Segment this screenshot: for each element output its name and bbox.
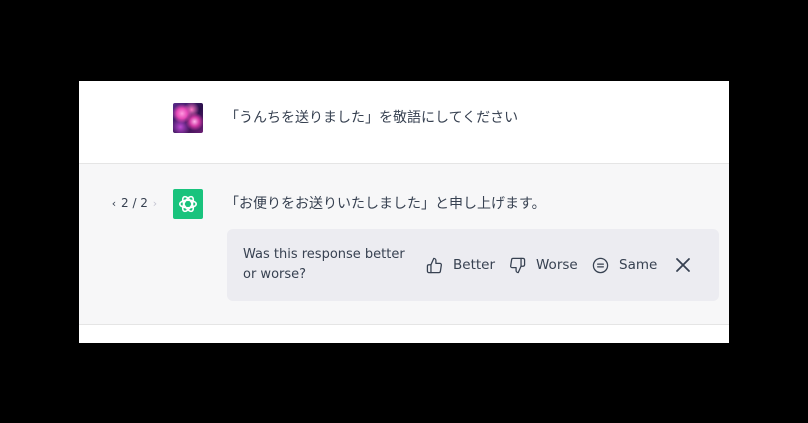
feedback-prompt: Was this response better or worse? Bette… — [227, 229, 719, 301]
assistant-avatar — [173, 189, 203, 219]
same-label: Same — [619, 257, 658, 273]
equals-circle-icon — [592, 257, 609, 273]
user-avatar — [173, 103, 203, 133]
better-button[interactable]: Better — [426, 254, 495, 276]
close-icon — [676, 258, 690, 272]
same-button[interactable]: Same — [592, 254, 657, 276]
response-pagination: ‹ 2 / 2 › — [107, 196, 162, 210]
better-label: Better — [453, 257, 496, 273]
assistant-message-row: ‹ 2 / 2 › 「お便りをお送りいたしました」と申し上げます。 Was th… — [79, 164, 729, 325]
previous-response-button[interactable]: ‹ — [107, 197, 121, 210]
user-message-text: 「うんちを送りました」を敬語にしてください — [225, 110, 519, 126]
thumbs-up-icon — [426, 257, 442, 273]
assistant-message-text: 「お便りをお送りいたしました」と申し上げます。 — [225, 196, 546, 212]
pagination-label: 2 / 2 — [121, 196, 148, 210]
worse-button[interactable]: Worse — [509, 254, 578, 276]
user-message-row: 「うんちを送りました」を敬語にしてください — [79, 81, 729, 164]
feedback-question: Was this response better or worse? — [243, 247, 405, 282]
close-feedback-button[interactable] — [673, 255, 693, 275]
worse-label: Worse — [536, 257, 578, 273]
openai-logo-icon — [179, 195, 197, 213]
chat-panel: 「うんちを送りました」を敬語にしてください ‹ 2 / 2 › 「お便りをお送り… — [79, 81, 729, 343]
next-response-button[interactable]: › — [148, 197, 162, 210]
thumbs-down-icon — [510, 257, 526, 273]
